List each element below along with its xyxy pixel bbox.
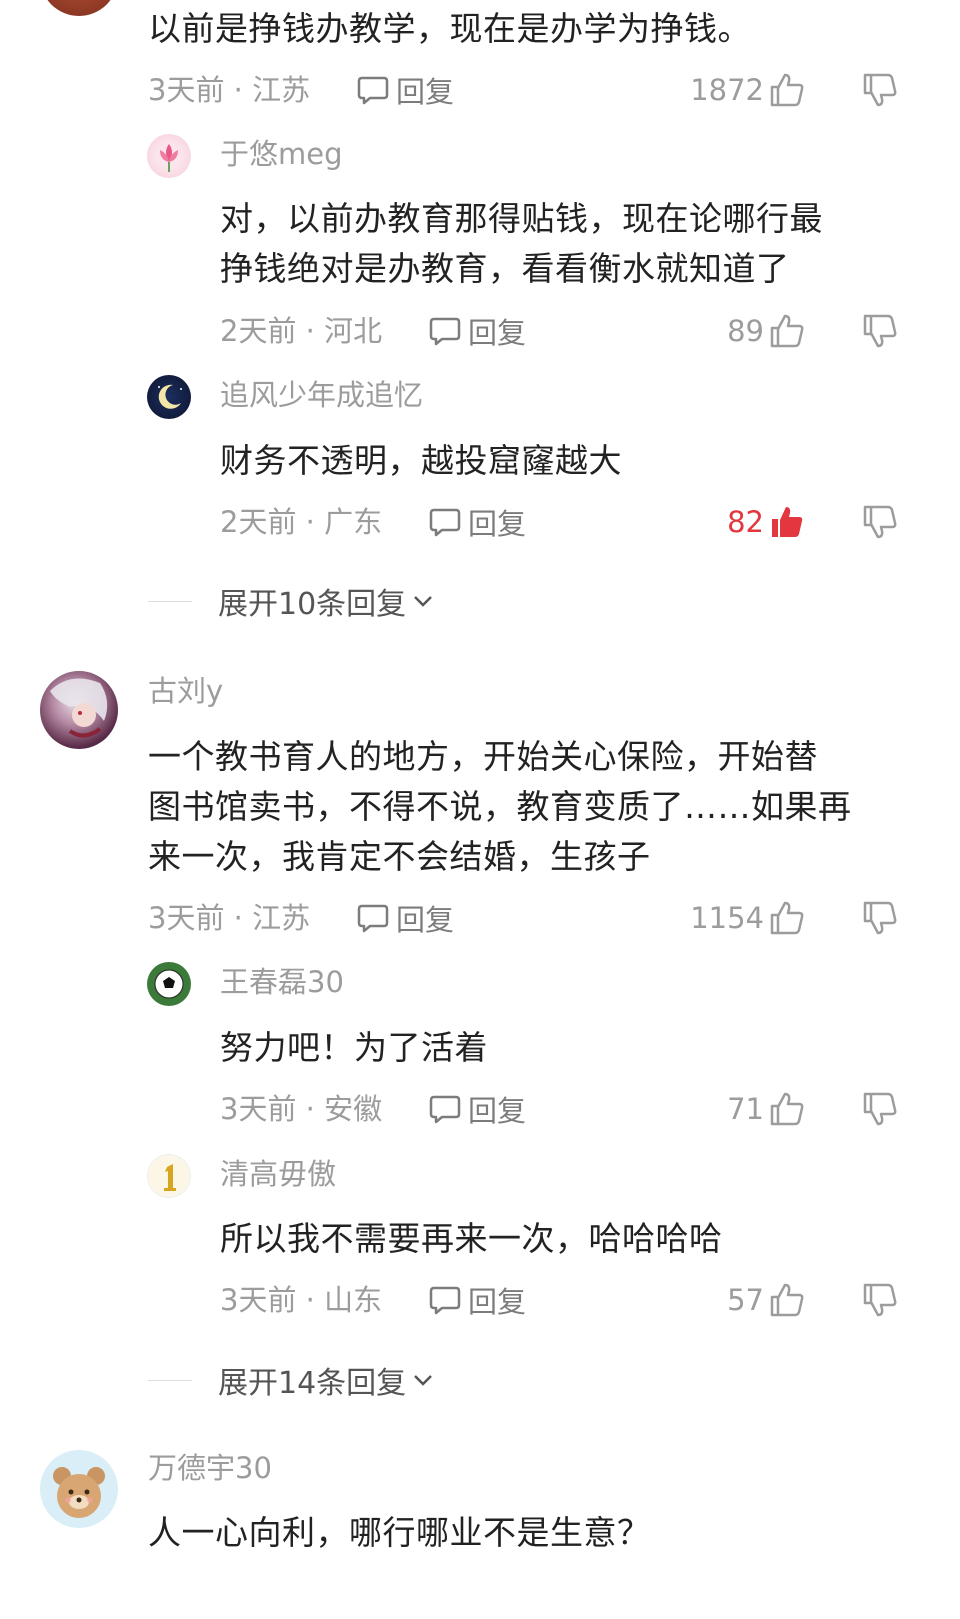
like-count: 89 [727,314,764,348]
chevron-down-icon [414,596,433,607]
reply-text-line: 努力吧！为了活着 [220,1028,488,1067]
comment-bubble-icon [429,508,461,537]
like-count: 71 [727,1092,764,1126]
like-button[interactable]: 82 [606,502,806,542]
comment-meta: 3天前 · 江苏 [148,901,311,935]
comment-bubble-icon [357,904,389,933]
thumb-down-icon [863,73,897,107]
comment-text-line: 一个教书育人的地方，开始关心保险，开始替 [148,737,818,776]
thumb-down-icon [863,1283,897,1317]
lotus-icon [160,144,178,172]
comment-bubble-icon [429,1286,461,1315]
like-button[interactable]: 1872 [606,70,806,110]
reply-meta: 3天前 · 山东 [220,1283,383,1317]
thumb-up-icon [772,507,803,537]
thumb-down-icon [863,505,897,539]
divider-line [148,600,192,602]
comment-bubble-icon [429,317,461,346]
reply-button[interactable]: 回复 [428,502,526,542]
dislike-button[interactable] [860,898,900,938]
reply-author-name[interactable]: 王春磊30 [220,962,344,1002]
like-count: 57 [727,1283,764,1317]
like-count: 1872 [690,73,764,107]
reply-author-name[interactable]: 于悠meg [220,134,343,174]
reply-meta: 2天前 · 河北 [220,314,383,348]
reply-button[interactable]: 回复 [356,70,454,110]
anime-avatar-icon [50,678,108,738]
expand-label: 展开14条回复 [218,1366,407,1401]
avatar[interactable] [147,962,191,1006]
reply-author-name[interactable]: 追风少年成追忆 [220,375,423,415]
reply-label: 回复 [468,1285,527,1319]
thumb-down-icon [863,1092,897,1126]
number-one-icon [164,1164,176,1191]
comment-text-line: 图书馆卖书，不得不说，教育变质了……如果再 [148,787,852,826]
reply-text-line: 财务不透明，越投窟窿越大 [220,441,622,480]
reply-button[interactable]: 回复 [428,1089,526,1129]
reply-label: 回复 [468,316,527,350]
reply-label: 回复 [396,903,455,937]
soccer-ball-icon [154,969,184,999]
avatar[interactable] [147,134,191,178]
dislike-button[interactable] [860,311,900,351]
reply-text-line: 挣钱绝对是办教育，看看衡水就知道了 [220,249,790,288]
comment-author-name[interactable]: 万德宇30 [148,1448,272,1488]
thumb-up-icon [770,73,804,107]
reply-author-name[interactable]: 清高毋傲 [220,1154,336,1194]
avatar[interactable] [40,0,118,16]
comment-text: 以前是挣钱办教学，现在是办学为挣钱。 [148,9,751,48]
chevron-down-icon [414,1375,433,1386]
reply-label: 回复 [468,1094,527,1128]
comment-bubble-icon [429,1095,461,1124]
comment-text-line: 人一心向利，哪行哪业不是生意？ [148,1513,651,1552]
thumb-down-icon [863,314,897,348]
divider-line [148,1379,192,1381]
thumb-down-icon [863,901,897,935]
reply-button[interactable]: 回复 [428,1280,526,1320]
comment-bubble-icon [357,76,389,105]
dislike-button[interactable] [860,502,900,542]
reply-label: 回复 [396,75,455,109]
dislike-button[interactable] [860,1280,900,1320]
reply-text-line: 所以我不需要再来一次，哈哈哈哈 [220,1219,723,1258]
reply-meta: 2天前 · 广东 [220,505,383,539]
bear-avatar-icon [53,1467,105,1518]
dislike-button[interactable] [860,1089,900,1129]
expand-replies-button[interactable]: 展开14条回复 [148,1360,436,1401]
like-button[interactable]: 1154 [606,898,806,938]
comment-text-line: 来一次，我肯定不会结婚，生孩子 [148,837,651,876]
like-button[interactable]: 57 [606,1280,806,1320]
thumb-up-icon [770,901,804,935]
reply-meta: 3天前 · 安徽 [220,1092,383,1126]
thumb-up-icon [770,314,804,348]
reply-button[interactable]: 回复 [428,311,526,351]
thumb-up-icon [770,1092,804,1126]
expand-label: 展开10条回复 [218,587,407,622]
moon-icon [158,384,182,409]
avatar[interactable] [40,671,118,749]
thumb-up-icon [770,1283,804,1317]
expand-replies-button[interactable]: 展开10条回复 [148,581,436,622]
avatar[interactable] [147,1154,191,1198]
reply-button[interactable]: 回复 [356,898,454,938]
like-button[interactable]: 71 [606,1089,806,1129]
like-count: 82 [727,505,764,539]
reply-text-line: 对，以前办教育那得贴钱，现在论哪行最 [220,199,823,238]
like-count: 1154 [690,901,764,935]
avatar[interactable] [147,375,191,419]
comment-meta: 3天前 · 江苏 [148,73,311,107]
dislike-button[interactable] [860,70,900,110]
avatar[interactable] [40,1450,118,1528]
like-button[interactable]: 89 [606,311,806,351]
reply-label: 回复 [468,507,527,541]
comment-author-name[interactable]: 古刘y [148,671,223,711]
